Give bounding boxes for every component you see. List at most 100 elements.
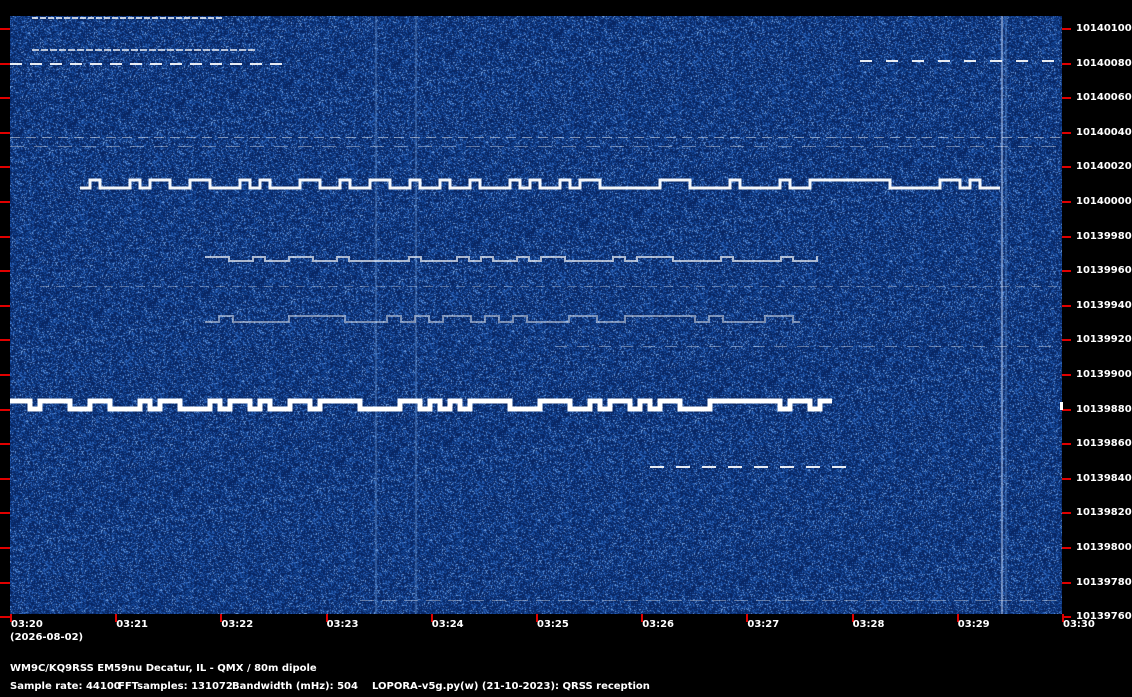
faint-band-a-dash — [26, 137, 36, 138]
faint-band-b-dash — [1042, 146, 1056, 147]
time-label: 03:30 — [1063, 619, 1095, 630]
faint-band-b-dash — [418, 146, 432, 147]
faint-band-b-dash — [538, 146, 552, 147]
faint-trace-10139950-dash — [296, 286, 305, 287]
sample-rate: Sample rate: 44100 — [10, 681, 121, 692]
faint-trace-10139905-dash — [819, 346, 831, 347]
faint-band-b-dash — [58, 146, 72, 147]
freq-tick-left — [0, 62, 10, 65]
freq-tick-right — [1062, 62, 1071, 65]
faint-band-b-dash — [706, 146, 720, 147]
signal-trace-10139842-dash — [832, 466, 846, 468]
faint-trace-10139762-dash — [976, 600, 990, 601]
faint-band-b-dash — [754, 146, 768, 147]
top-left-signal-b — [32, 49, 255, 51]
top-left-signal-c-dash — [170, 63, 182, 65]
freq-label: 10139860 — [1076, 438, 1132, 450]
top-left-signal-a-dash — [168, 17, 174, 19]
faint-trace-10139950-dash — [232, 286, 241, 287]
faint-trace-10139950-dash — [888, 286, 897, 287]
top-left-signal-a-dash — [72, 17, 78, 19]
faint-trace-10139905-dash — [687, 346, 699, 347]
faint-trace-10139905-dash — [665, 346, 677, 347]
top-left-signal-c-dash — [270, 63, 282, 65]
freq-tick-right — [1062, 443, 1071, 446]
faint-trace-10139950-dash — [680, 286, 689, 287]
faint-trace-10139905-dash — [577, 346, 589, 347]
faint-band-a-dash — [282, 137, 292, 138]
faint-band-a-dash — [538, 137, 548, 138]
faint-trace-10139762-dash — [866, 600, 880, 601]
faint-trace-10139762-dash — [382, 600, 396, 601]
faint-band-a-dash — [426, 137, 436, 138]
top-left-signal-b-dash — [140, 49, 147, 51]
faint-band-a-dash — [666, 137, 676, 138]
faint-band-b-dash — [898, 146, 912, 147]
faint-trace-10139950-dash — [536, 286, 545, 287]
faint-band-b-dash — [946, 146, 960, 147]
faint-band-a-dash — [410, 137, 420, 138]
faint-trace-10139950-dash — [248, 286, 257, 287]
top-left-signal-b-dash — [185, 49, 192, 51]
freq-label: 10140060 — [1076, 92, 1132, 104]
faint-trace-10139950-dash — [40, 286, 49, 287]
faint-band-b-dash — [178, 146, 192, 147]
faint-trace-10139762-dash — [690, 600, 704, 601]
faint-band-a-dash — [186, 137, 196, 138]
fft-samples: FFTsamples: 131072 — [118, 681, 233, 692]
faint-band-a-dash — [938, 137, 948, 138]
faint-trace-10139950-dash — [616, 286, 625, 287]
faint-trace-10139905-dash — [753, 346, 765, 347]
faint-band-b-dash — [562, 146, 576, 147]
top-left-signal-a-dash — [176, 17, 182, 19]
faint-band-a-dash — [234, 137, 244, 138]
top-left-signal-a-dash — [136, 17, 142, 19]
faint-trace-10139762-dash — [822, 600, 836, 601]
freq-label: 10140080 — [1076, 57, 1132, 69]
top-left-signal-c-dash — [10, 63, 22, 65]
top-left-signal-b-dash — [86, 49, 93, 51]
faint-band-a-dash — [378, 137, 388, 138]
top-left-signal-b-dash — [122, 49, 129, 51]
faint-trace-10139950-dash — [584, 286, 593, 287]
faint-band-b-dash — [442, 146, 456, 147]
station-info: WM9C/KQ9RSS EM59nu Decatur, IL - QMX / 8… — [10, 663, 317, 674]
faint-band-b-dash — [130, 146, 144, 147]
freq-tick-right — [1062, 28, 1071, 30]
faint-band-b-dash — [250, 146, 264, 147]
freq-label: 10140100 — [1076, 23, 1132, 34]
faint-trace-10139950-dash — [88, 286, 97, 287]
faint-band-a-dash — [474, 137, 484, 138]
faint-band-a-dash — [362, 137, 372, 138]
faint-trace-10139950-dash — [632, 286, 641, 287]
freq-tick-left — [0, 235, 10, 238]
faint-band-a-dash — [618, 137, 628, 138]
top-left-signal-a — [32, 17, 222, 19]
top-left-signal-b-dash — [203, 49, 210, 51]
faint-band-a-dash — [442, 137, 452, 138]
faint-trace-10139950-dash — [824, 286, 833, 287]
faint-trace-10139905-dash — [1039, 346, 1051, 347]
faint-trace-10139762-dash — [910, 600, 924, 601]
top-left-signal-b-dash — [77, 49, 84, 51]
top-right-signal-dash — [860, 60, 872, 62]
faint-trace-10139762 — [360, 600, 1056, 601]
top-left-signal-b-dash — [167, 49, 174, 51]
top-left-signal-b-dash — [176, 49, 183, 51]
faint-trace-10139762-dash — [888, 600, 902, 601]
faint-band-b — [10, 146, 1056, 147]
faint-trace-10139762-dash — [712, 600, 726, 601]
top-left-signal-a-dash — [120, 17, 126, 19]
signal-trace-10139842-dash — [676, 466, 690, 468]
top-left-signal-c-dash — [210, 63, 222, 65]
top-left-signal-a-dash — [40, 17, 46, 19]
faint-trace-10139762-dash — [514, 600, 528, 601]
faint-band-a-dash — [138, 137, 148, 138]
time-label: 03:25 — [537, 619, 569, 630]
faint-band-b-dash — [970, 146, 984, 147]
faint-band-a-dash — [218, 137, 228, 138]
faint-trace-10139762-dash — [646, 600, 660, 601]
freq-label: 10139920 — [1076, 334, 1132, 346]
top-left-signal-b-dash — [32, 49, 39, 51]
faint-band-b-dash — [610, 146, 624, 147]
